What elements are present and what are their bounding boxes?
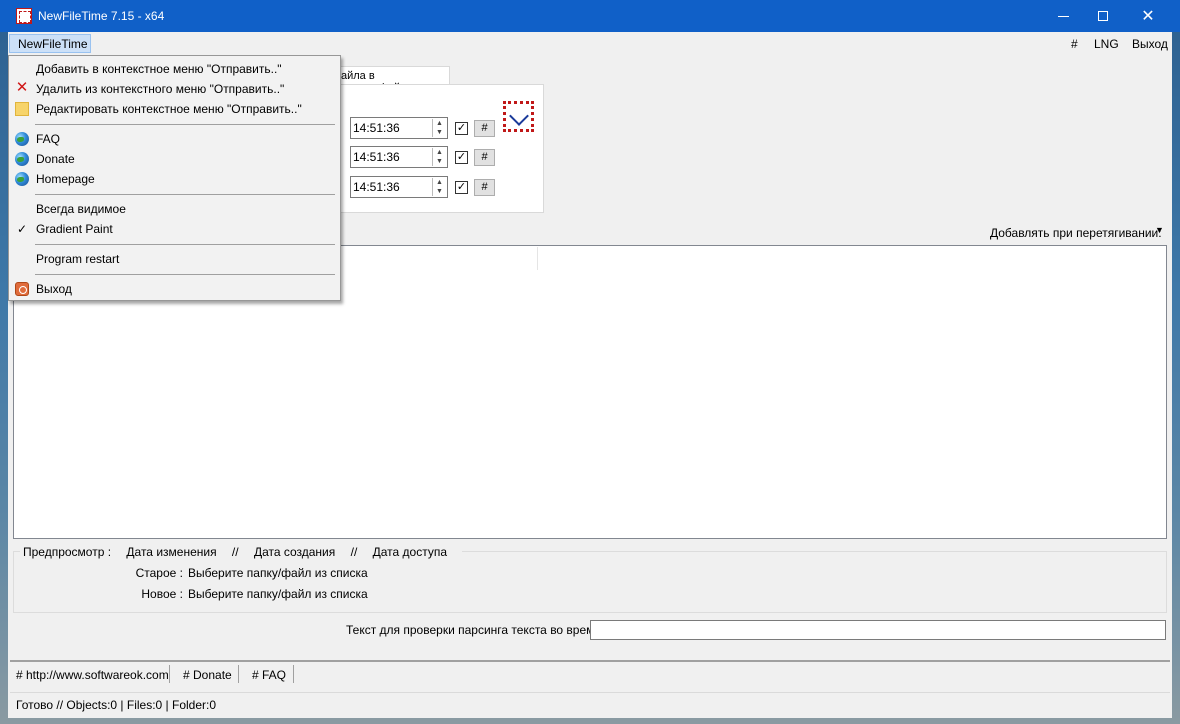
maximize-button[interactable]	[1080, 0, 1126, 32]
preview-created-link[interactable]: Дата создания	[254, 545, 335, 559]
time-value: 14:51:36	[353, 121, 400, 135]
new-label: Новое :	[141, 587, 183, 601]
menu-bar	[8, 32, 1172, 54]
spin-down-icon[interactable]: ▼	[433, 187, 446, 196]
close-icon: ✕	[1141, 8, 1155, 25]
title-bar: NewFileTime 7.15 - x64 ✕	[0, 0, 1180, 32]
menu-hash[interactable]: #	[1071, 37, 1078, 51]
parse-test-input[interactable]	[590, 620, 1166, 640]
menu-item-gradient-paint[interactable]: Gradient Paint	[36, 222, 113, 236]
accessed-hash-button[interactable]: #	[474, 179, 495, 196]
spin-up-icon[interactable]: ▲	[433, 178, 446, 187]
time-value: 14:51:36	[353, 180, 400, 194]
preview-accessed-link[interactable]: Дата доступа	[373, 545, 447, 559]
globe-icon	[15, 152, 29, 166]
link-separator	[169, 665, 170, 683]
close-button[interactable]: ✕	[1125, 0, 1171, 32]
accessed-checkbox[interactable]: ✓	[455, 181, 468, 194]
preview-label: Предпросмотр :	[23, 545, 112, 559]
preview-separator: //	[350, 545, 358, 559]
maximize-icon	[1098, 11, 1108, 21]
menu-item-program-restart[interactable]: Program restart	[36, 252, 119, 266]
new-value: Выберите папку/файл из списка	[188, 587, 368, 601]
preview-group	[13, 551, 1167, 613]
created-hash-button[interactable]: #	[474, 149, 495, 166]
menu-separator	[35, 274, 335, 275]
drag-add-label[interactable]: Добавлять при перетягивании:	[990, 226, 1162, 240]
time-spinner[interactable]: ▲ ▼	[432, 148, 446, 166]
created-checkbox[interactable]: ✓	[455, 151, 468, 164]
modified-checkbox[interactable]: ✓	[455, 122, 468, 135]
window-title: NewFileTime 7.15 - x64	[38, 9, 165, 23]
donate-link[interactable]: # Donate	[183, 668, 232, 682]
time-spinner[interactable]: ▲ ▼	[432, 119, 446, 137]
menu-separator	[35, 244, 335, 245]
menu-item-edit-context[interactable]: Редактировать контекстное меню "Отправит…	[36, 102, 302, 116]
globe-icon	[15, 172, 29, 186]
minimize-icon	[1057, 15, 1069, 17]
divider	[10, 660, 1170, 662]
menu-item-donate[interactable]: Donate	[36, 152, 75, 166]
app-icon[interactable]	[16, 8, 32, 24]
preview-modified-link[interactable]: Дата изменения	[126, 545, 216, 559]
old-label: Старое :	[135, 566, 183, 580]
spin-up-icon[interactable]: ▲	[433, 119, 446, 128]
parse-test-label: Текст для проверки парсинга текста во вр…	[346, 623, 601, 637]
x-icon: ✕	[15, 79, 29, 96]
faq-link[interactable]: # FAQ	[252, 668, 286, 682]
modified-hash-button[interactable]: #	[474, 120, 495, 137]
accessed-time-field[interactable]: 14:51:36 ▲ ▼	[350, 176, 448, 198]
chevron-down-icon[interactable]: ▼	[1155, 225, 1164, 235]
menu-item-homepage[interactable]: Homepage	[36, 172, 95, 186]
power-icon	[15, 282, 29, 296]
apply-time-icon[interactable]	[503, 101, 534, 132]
app-dropdown-menu: Добавить в контекстное меню "Отправить..…	[8, 55, 341, 301]
menu-item-exit[interactable]: Выход	[36, 282, 72, 296]
spin-down-icon[interactable]: ▼	[433, 128, 446, 137]
created-time-field[interactable]: 14:51:36 ▲ ▼	[350, 146, 448, 168]
link-separator	[293, 665, 294, 683]
preview-separator: //	[231, 545, 239, 559]
folder-icon	[15, 102, 29, 116]
menu-item-faq[interactable]: FAQ	[36, 132, 60, 146]
menu-separator	[35, 124, 335, 125]
globe-icon	[15, 132, 29, 146]
time-spinner[interactable]: ▲ ▼	[432, 178, 446, 196]
menu-newfiletime[interactable]: NewFileTime	[9, 34, 91, 53]
column-divider	[537, 247, 538, 270]
menu-separator	[35, 194, 335, 195]
old-value: Выберите папку/файл из списка	[188, 566, 368, 580]
menu-exit[interactable]: Выход	[1132, 37, 1168, 51]
status-bar: Готово // Objects:0 | Files:0 | Folder:0	[10, 692, 1170, 716]
website-link[interactable]: # http://www.softwareok.com	[16, 668, 169, 682]
spin-down-icon[interactable]: ▼	[433, 157, 446, 166]
preview-header: Предпросмотр : Дата изменения // Дата со…	[20, 545, 463, 559]
spin-up-icon[interactable]: ▲	[433, 148, 446, 157]
check-icon: ✓	[16, 222, 28, 236]
menu-language[interactable]: LNG	[1094, 37, 1119, 51]
menu-item-add-context[interactable]: Добавить в контекстное меню "Отправить..…	[36, 62, 282, 76]
link-separator	[238, 665, 239, 683]
time-value: 14:51:36	[353, 150, 400, 164]
menu-item-always-on-top[interactable]: Всегда видимое	[36, 202, 126, 216]
modified-time-field[interactable]: 14:51:36 ▲ ▼	[350, 117, 448, 139]
menu-item-remove-context[interactable]: Удалить из контекстного меню "Отправить.…	[36, 82, 284, 96]
tab-file-name-to-time[interactable]: айла в время_файла	[330, 66, 450, 94]
